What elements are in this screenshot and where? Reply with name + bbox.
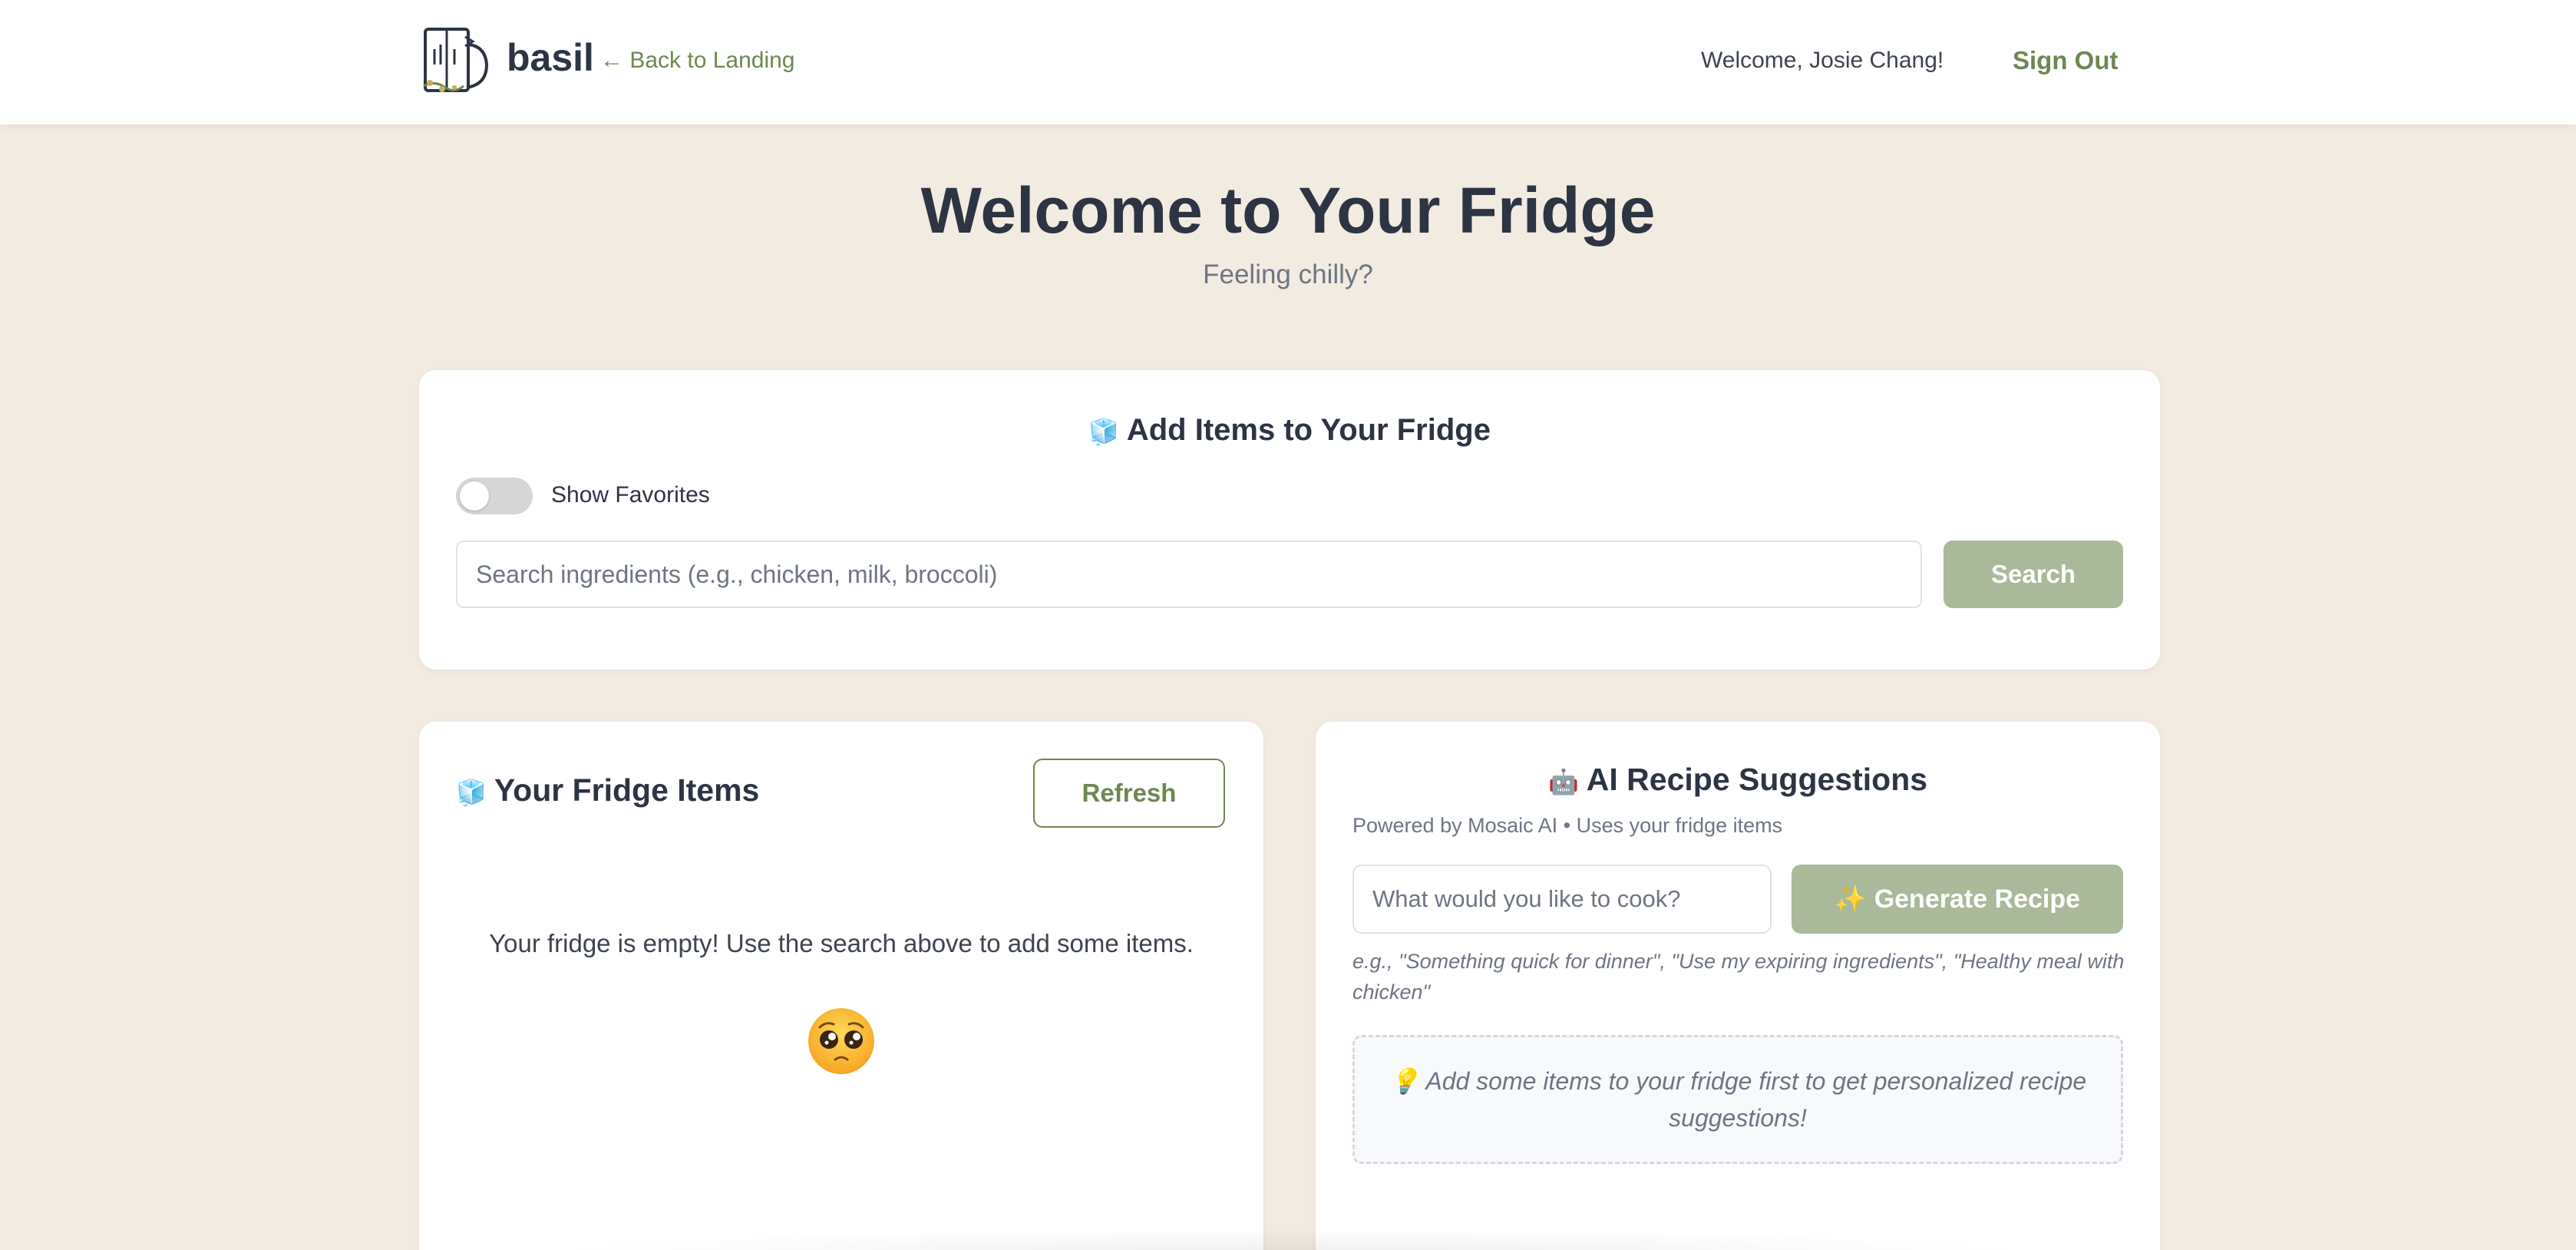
- search-button[interactable]: Search: [1944, 541, 2123, 608]
- powered-by-text: Powered by Mosaic AI • Uses your fridge …: [1352, 814, 1783, 837]
- cook-request-input[interactable]: [1352, 865, 1772, 934]
- ai-recipe-card: 🤖 AI Recipe Suggestions Powered by Mosaic…: [1316, 722, 2160, 1250]
- refresh-button[interactable]: Refresh: [1033, 759, 1225, 828]
- ai-recipe-title: AI Recipe Suggestions: [1586, 762, 1928, 797]
- fridge-items-heading: 🧊 Your Fridge Items: [456, 772, 759, 809]
- page-title: Welcome to Your Fridge: [920, 174, 1656, 246]
- bottom-fade: [537, 1229, 2042, 1250]
- ice-cube-icon: 🧊: [1088, 417, 1119, 446]
- ingredient-search-input[interactable]: [456, 541, 1922, 608]
- add-items-heading: 🧊 Add Items to Your Fridge: [419, 413, 2160, 448]
- welcome-user-text: Welcome, Josie Chang!: [1701, 48, 1944, 73]
- toggle-knob: [460, 481, 489, 511]
- tip-text: 💡 Add some items to your fridge first to…: [1389, 1067, 2087, 1132]
- fridge-items-title: Your Fridge Items: [494, 772, 760, 808]
- basil-logo[interactable]: [419, 26, 494, 98]
- fridge-logo-icon: [423, 28, 489, 92]
- ai-recipe-heading: 🤖 AI Recipe Suggestions: [1316, 762, 2160, 798]
- pleading-face-emoji: [808, 1008, 874, 1074]
- show-favorites-toggle[interactable]: [456, 478, 533, 514]
- show-favorites-label: Show Favorites: [551, 482, 710, 508]
- empty-fridge-message: Your fridge is empty! Use the search abo…: [489, 929, 1194, 957]
- example-prompts-text: e.g., "Something quick for dinner", "Use…: [1352, 950, 2125, 1004]
- back-to-landing-link[interactable]: ← Back to Landing: [600, 48, 795, 74]
- brand-name[interactable]: basil: [507, 35, 594, 80]
- top-navbar: basil ← Back to Landing Welcome, Josie C…: [0, 0, 2576, 124]
- empty-fridge-tip-box: 💡 Add some items to your fridge first to…: [1352, 1035, 2123, 1164]
- generate-recipe-button[interactable]: ✨ Generate Recipe: [1792, 865, 2123, 934]
- add-items-card: 🧊 Add Items to Your Fridge Show Favorites…: [419, 370, 2160, 670]
- page-subtitle: Feeling chilly?: [1203, 260, 1373, 289]
- add-items-title: Add Items to Your Fridge: [1126, 413, 1491, 447]
- robot-icon: 🤖: [1547, 767, 1579, 796]
- ice-cube-icon: 🧊: [456, 778, 487, 807]
- sign-out-button[interactable]: Sign Out: [2013, 46, 2118, 75]
- fridge-items-card: 🧊 Your Fridge Items Refresh Your fridge i…: [419, 722, 1263, 1250]
